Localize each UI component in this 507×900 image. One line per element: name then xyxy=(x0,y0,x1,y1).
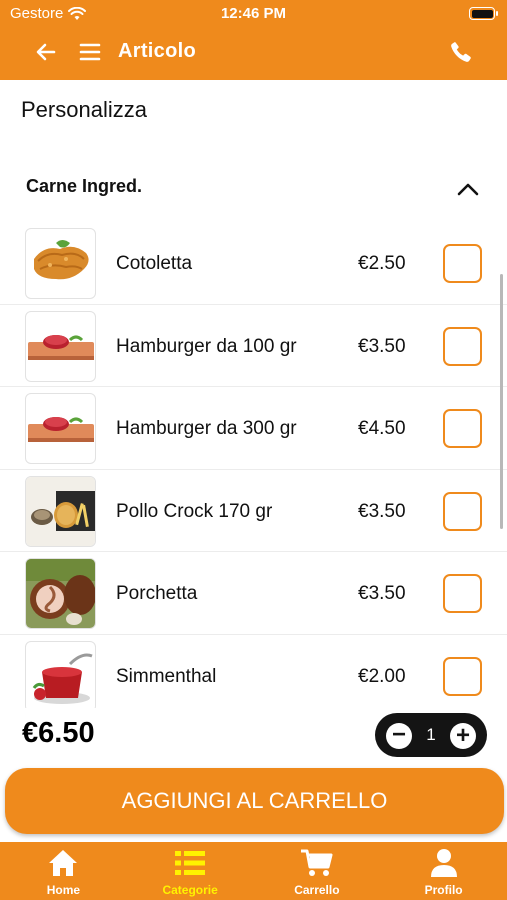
item-price: €2.50 xyxy=(358,253,406,274)
person-icon xyxy=(430,849,457,877)
back-arrow-icon[interactable] xyxy=(34,40,58,64)
cart-icon xyxy=(300,849,333,876)
hamburger-100-image xyxy=(25,310,96,382)
home-icon xyxy=(49,850,78,876)
cotoletta-image xyxy=(25,228,96,299)
item-checkbox[interactable] xyxy=(443,656,482,696)
quantity-value: 1 xyxy=(426,725,436,744)
list-item[interactable]: Hamburger da 300 gr €4.50 xyxy=(0,387,507,470)
item-price: €3.50 xyxy=(358,335,406,357)
item-price: €4.50 xyxy=(358,418,406,439)
quantity-stepper: − 1 + xyxy=(375,713,487,757)
item-checkbox[interactable] xyxy=(443,326,482,366)
item-price: €2.00 xyxy=(358,665,406,687)
list-item[interactable]: Pollo Crock 170 gr €3.50 xyxy=(0,470,507,552)
list-item[interactable]: Cotoletta €2.50 xyxy=(0,222,507,305)
group-header[interactable]: Carne Ingred. xyxy=(26,176,486,206)
tab-label-categorie: Categorie xyxy=(162,883,218,897)
list-item[interactable]: Simmenthal €2.00 xyxy=(0,635,507,708)
phone-icon[interactable] xyxy=(449,40,473,64)
status-time: 12:46 PM xyxy=(220,5,287,22)
chevron-up-icon[interactable] xyxy=(456,180,480,198)
minus-icon[interactable]: − xyxy=(386,723,412,749)
item-name: Cotoletta xyxy=(116,253,193,274)
tab-bar: Home Categorie Carrello Profilo xyxy=(0,842,507,900)
list-item[interactable]: Hamburger da 100 gr €3.50 xyxy=(0,305,507,387)
page-title: Articolo xyxy=(118,40,196,62)
item-checkbox[interactable] xyxy=(443,409,482,448)
status-bar: Gestore 12:46 PM xyxy=(0,0,507,28)
item-price: €3.50 xyxy=(358,500,406,522)
tab-profilo[interactable]: Profilo xyxy=(380,842,507,900)
tab-label-profilo: Profilo xyxy=(424,883,463,897)
group-title: Carne Ingred. xyxy=(26,176,143,196)
item-checkbox[interactable] xyxy=(443,244,482,283)
item-checkbox[interactable] xyxy=(443,491,482,531)
list-item[interactable]: Porchetta €3.50 xyxy=(0,552,507,635)
item-name: Hamburger da 300 gr xyxy=(116,418,297,439)
tab-label-carrello: Carrello xyxy=(294,883,340,897)
item-price: €3.50 xyxy=(358,583,406,604)
tab-label-home: Home xyxy=(46,883,81,897)
item-name: Hamburger da 100 gr xyxy=(116,335,297,357)
item-name: Pollo Crock 170 gr xyxy=(116,500,273,522)
tab-home[interactable]: Home xyxy=(0,842,127,900)
total-price: €6.50 xyxy=(22,717,95,749)
simmenthal-image xyxy=(25,640,96,708)
item-checkbox[interactable] xyxy=(443,574,482,613)
section-title: Personalizza xyxy=(21,97,147,122)
battery-icon xyxy=(469,7,498,20)
hamburger-menu-icon[interactable] xyxy=(78,40,102,64)
scrollbar[interactable] xyxy=(500,274,503,529)
ingredient-list[interactable]: Cotoletta €2.50 Hamburger da 100 gr €3.5… xyxy=(0,222,507,708)
hamburger-300-image xyxy=(25,393,96,464)
porchetta-image xyxy=(25,558,96,629)
tab-carrello[interactable]: Carrello xyxy=(254,842,381,900)
pollo-crock-image xyxy=(25,475,96,547)
item-name: Porchetta xyxy=(116,583,198,604)
tab-categorie[interactable]: Categorie xyxy=(127,842,254,900)
nav-bar: Articolo xyxy=(0,28,507,80)
item-name: Simmenthal xyxy=(116,665,217,687)
add-to-cart-button[interactable]: AGGIUNGI AL CARRELLO xyxy=(5,768,504,834)
list-icon xyxy=(175,851,206,875)
plus-icon[interactable]: + xyxy=(450,723,476,749)
